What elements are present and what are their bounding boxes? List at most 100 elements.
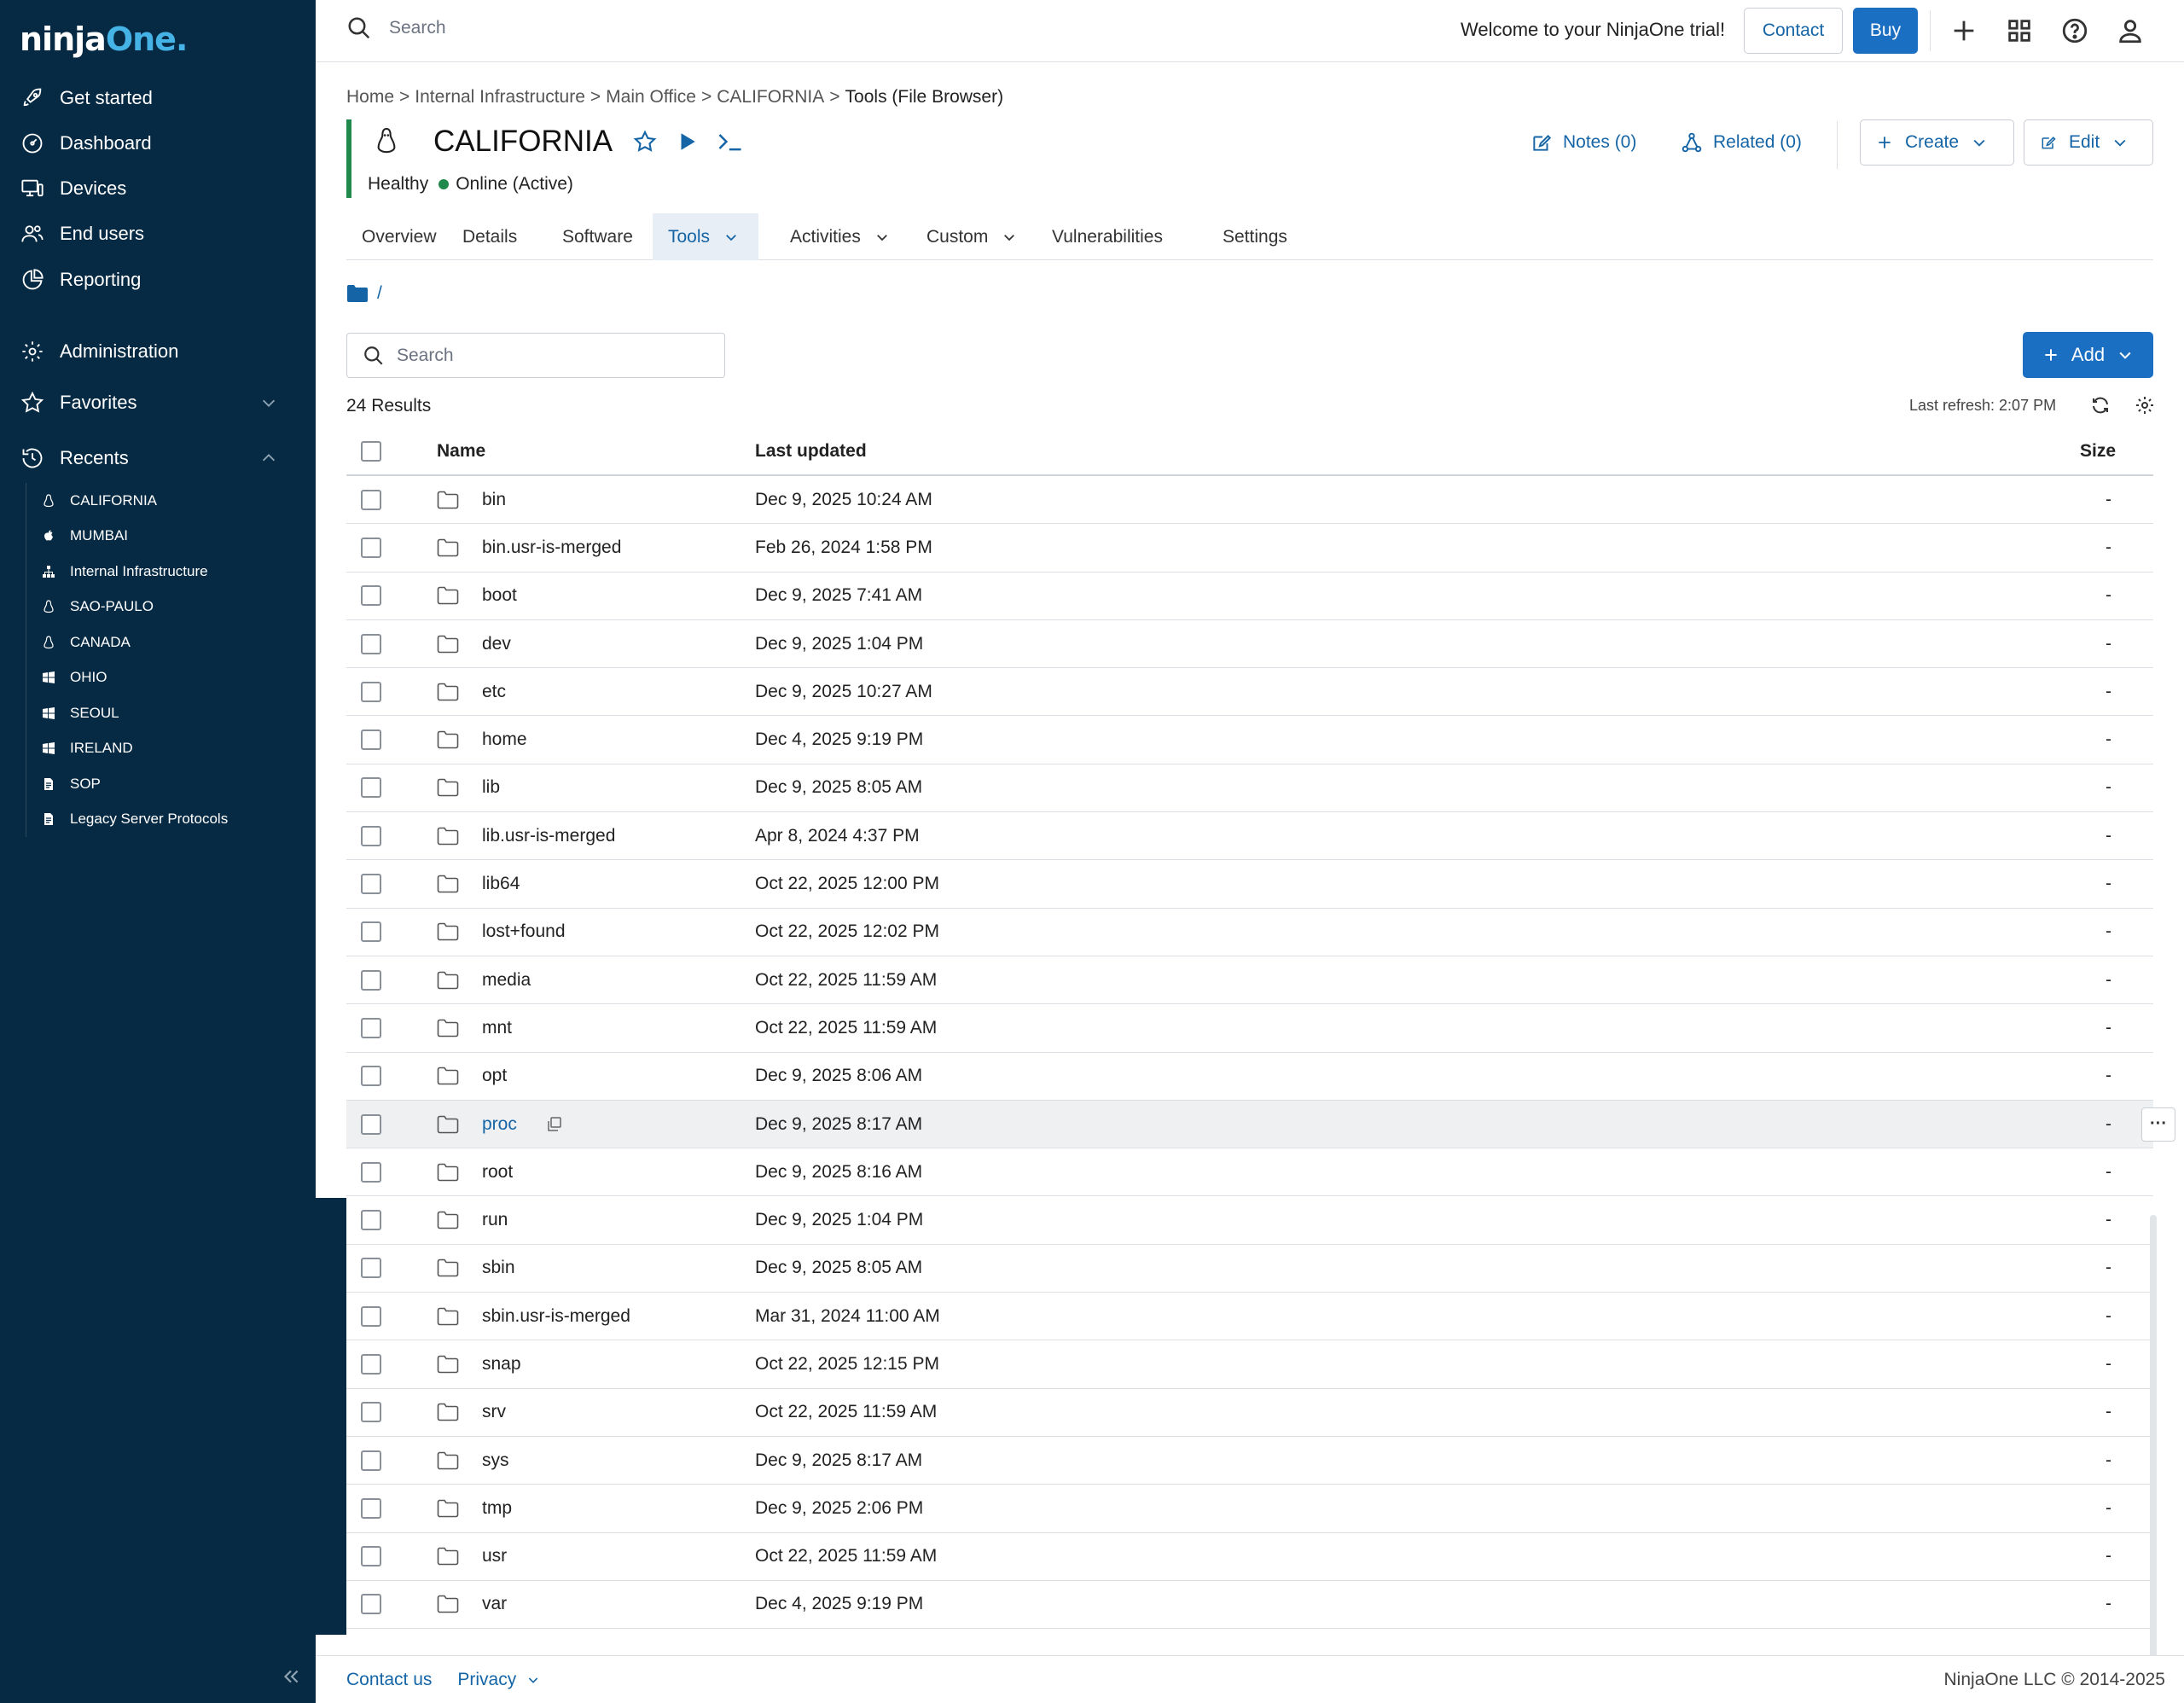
col-last-updated[interactable]: Last updated — [755, 428, 867, 474]
row-checkbox[interactable] — [361, 1546, 381, 1567]
plus-icon[interactable] — [1949, 16, 1978, 45]
notes-link[interactable]: Notes (0) — [1531, 131, 1636, 154]
recent-item[interactable]: IRELAND — [26, 731, 228, 767]
recent-item[interactable]: OHIO — [26, 660, 228, 696]
file-name[interactable]: bin — [482, 476, 506, 523]
row-checkbox[interactable] — [361, 489, 381, 510]
table-row[interactable]: snap Oct 22, 2025 12:15 PM - — [346, 1340, 2153, 1389]
recent-item[interactable]: SEOUL — [26, 695, 228, 731]
row-checkbox[interactable] — [361, 633, 381, 654]
table-row[interactable]: boot Dec 9, 2025 7:41 AM - — [346, 573, 2153, 620]
play-icon[interactable] — [676, 131, 698, 153]
file-name[interactable]: lib — [482, 764, 500, 811]
table-row[interactable]: srv Oct 22, 2025 11:59 AM - — [346, 1389, 2153, 1437]
collapse-sidebar-icon[interactable] — [280, 1665, 302, 1688]
file-name[interactable]: sbin — [482, 1245, 515, 1292]
breadcrumb-organization[interactable]: Internal Infrastructure — [415, 87, 585, 108]
tab-activities[interactable]: Activities — [775, 213, 905, 260]
row-checkbox[interactable] — [361, 825, 381, 846]
row-checkbox[interactable] — [361, 537, 381, 558]
table-row[interactable]: lib64 Oct 22, 2025 12:00 PM - — [346, 860, 2153, 909]
contact-button[interactable]: Contact — [1744, 8, 1843, 54]
folder-icon[interactable] — [346, 283, 369, 304]
copy-icon[interactable] — [546, 1101, 563, 1148]
tab-software[interactable]: Software — [547, 213, 648, 260]
file-name[interactable]: usr — [482, 1533, 507, 1580]
help-icon[interactable] — [2060, 16, 2089, 45]
global-search[interactable]: Search — [346, 15, 446, 41]
row-checkbox[interactable] — [361, 1210, 381, 1231]
chevron-down-icon[interactable] — [526, 1673, 540, 1687]
terminal-icon[interactable] — [717, 130, 744, 154]
recent-item[interactable]: CALIFORNIA — [26, 483, 228, 519]
col-name[interactable]: Name — [437, 428, 485, 474]
table-row[interactable]: mnt Oct 22, 2025 11:59 AM - — [346, 1004, 2153, 1053]
create-button[interactable]: Create — [1860, 119, 2014, 166]
tab-tools[interactable]: Tools — [653, 213, 758, 260]
row-checkbox[interactable] — [361, 1594, 381, 1615]
table-row[interactable]: run Dec 9, 2025 1:04 PM - — [346, 1196, 2153, 1245]
recent-item[interactable]: SOP — [26, 766, 228, 802]
scrollbar[interactable] — [2150, 1215, 2157, 1697]
row-checkbox[interactable] — [361, 729, 381, 751]
tab-overview[interactable]: Overview — [346, 213, 452, 260]
breadcrumb-device[interactable]: CALIFORNIA — [717, 87, 824, 108]
recent-item[interactable]: Internal Infrastructure — [26, 554, 228, 590]
star-icon[interactable] — [633, 130, 657, 154]
nav-reporting[interactable]: Reporting — [0, 258, 316, 302]
breadcrumb-location[interactable]: Main Office — [606, 87, 696, 108]
row-actions-button[interactable]: ··· — [2141, 1107, 2175, 1142]
add-button[interactable]: Add — [2023, 332, 2153, 378]
nav-administration[interactable]: Administration — [0, 329, 316, 374]
chevron-up-icon[interactable] — [259, 449, 278, 468]
table-row[interactable]: home Dec 4, 2025 9:19 PM - — [346, 716, 2153, 764]
recent-item[interactable]: SAO-PAULO — [26, 590, 228, 625]
file-name[interactable]: root — [482, 1148, 513, 1195]
refresh-icon[interactable] — [2090, 395, 2111, 416]
file-name[interactable]: run — [482, 1196, 508, 1243]
table-row[interactable]: bin Dec 9, 2025 10:24 AM - — [346, 476, 2153, 525]
file-name[interactable]: sys — [482, 1437, 509, 1484]
nav-dashboard[interactable]: Dashboard — [0, 121, 316, 166]
row-checkbox[interactable] — [361, 1161, 381, 1183]
file-name[interactable]: lib64 — [482, 860, 520, 907]
nav-favorites[interactable]: Favorites — [0, 381, 316, 425]
nav-get-started[interactable]: Get started — [0, 76, 316, 120]
file-name[interactable]: etc — [482, 668, 506, 715]
table-row[interactable]: bin.usr-is-merged Feb 26, 2024 1:58 PM - — [346, 524, 2153, 573]
recent-item[interactable]: MUMBAI — [26, 519, 228, 555]
file-name[interactable]: var — [482, 1581, 507, 1628]
table-row[interactable]: dev Dec 9, 2025 1:04 PM - — [346, 620, 2153, 669]
table-row[interactable]: lib.usr-is-merged Apr 8, 2024 4:37 PM - — [346, 812, 2153, 861]
table-row[interactable]: var Dec 4, 2025 9:19 PM - — [346, 1581, 2153, 1630]
ninjaone-logo[interactable]: ninja One. — [20, 15, 188, 63]
file-name[interactable]: sbin.usr-is-merged — [482, 1293, 630, 1340]
table-row[interactable]: media Oct 22, 2025 11:59 AM - — [346, 956, 2153, 1005]
file-name[interactable]: boot — [482, 573, 517, 619]
row-checkbox[interactable] — [361, 777, 381, 799]
path-root[interactable]: / — [377, 283, 382, 304]
row-checkbox[interactable] — [361, 969, 381, 991]
tab-custom[interactable]: Custom — [911, 213, 1032, 260]
table-row[interactable]: lib Dec 9, 2025 8:05 AM - — [346, 764, 2153, 813]
col-size[interactable]: Size — [2080, 428, 2116, 474]
file-name[interactable]: proc — [482, 1101, 517, 1148]
table-row[interactable]: sbin.usr-is-merged Mar 31, 2024 11:00 AM - — [346, 1293, 2153, 1341]
buy-button[interactable]: Buy — [1853, 8, 1918, 54]
tab-details[interactable]: Details — [447, 213, 532, 260]
contact-us-link[interactable]: Contact us — [346, 1670, 432, 1690]
nav-recents[interactable]: Recents — [0, 436, 316, 480]
privacy-link[interactable]: Privacy — [457, 1670, 516, 1690]
tab-vulnerabilities[interactable]: Vulnerabilities — [1037, 213, 1178, 260]
row-checkbox[interactable] — [361, 1497, 381, 1519]
row-checkbox[interactable] — [361, 874, 381, 895]
file-name[interactable]: bin.usr-is-merged — [482, 524, 621, 571]
row-checkbox[interactable] — [361, 1017, 381, 1038]
tab-settings[interactable]: Settings — [1207, 213, 1303, 260]
nav-devices[interactable]: Devices — [0, 166, 316, 211]
file-name[interactable]: opt — [482, 1053, 507, 1100]
table-row[interactable]: proc Dec 9, 2025 8:17 AM - ··· — [346, 1100, 2175, 1149]
row-checkbox[interactable] — [361, 921, 381, 943]
table-row[interactable]: usr Oct 22, 2025 11:59 AM - — [346, 1533, 2153, 1581]
file-name[interactable]: home — [482, 716, 527, 763]
